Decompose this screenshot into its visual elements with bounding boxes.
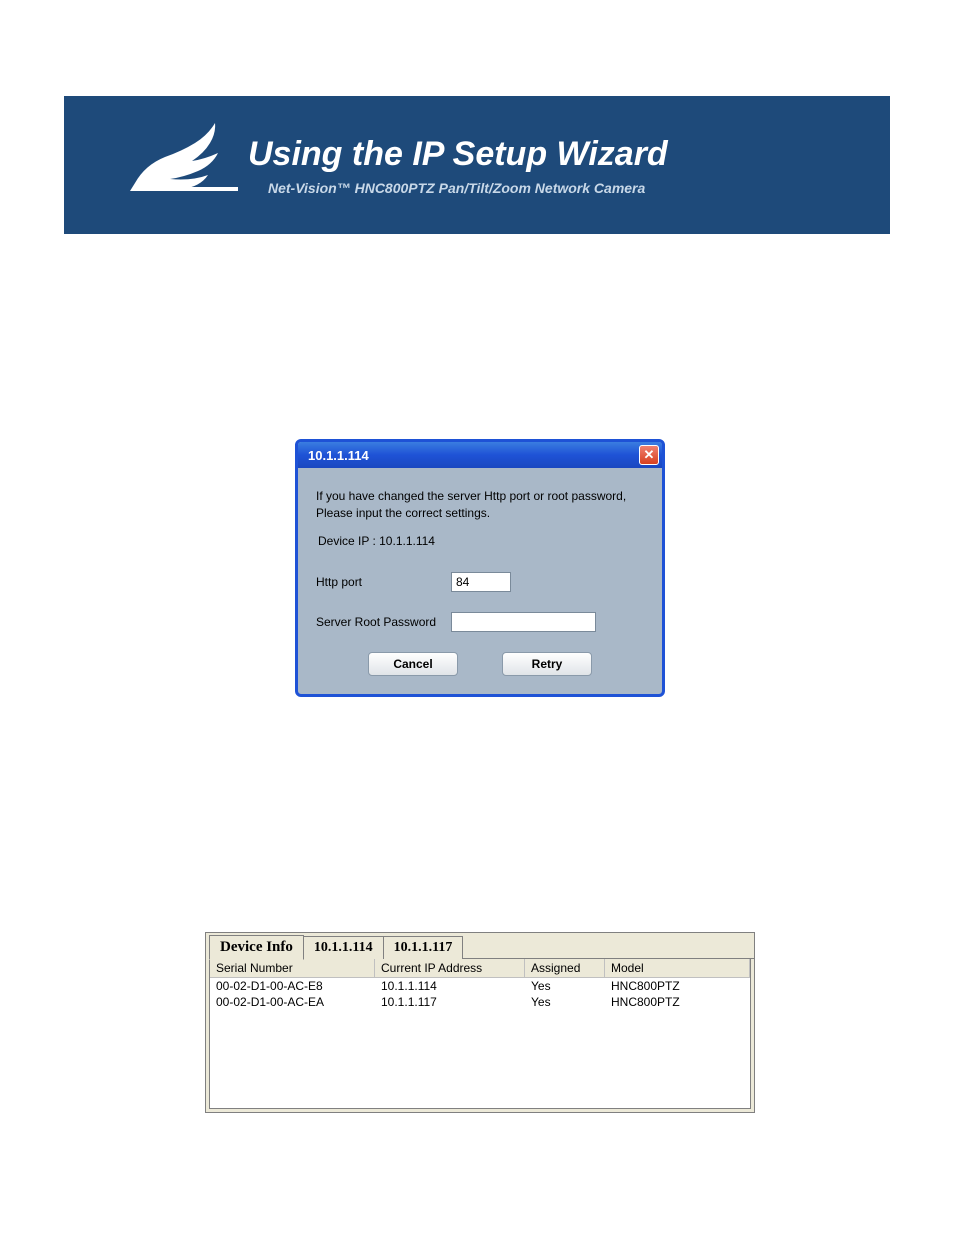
- col-header-ip[interactable]: Current IP Address: [375, 959, 525, 977]
- device-info-panel: Device Info 10.1.1.114 10.1.1.117 Serial…: [205, 932, 755, 1113]
- tab-device-info[interactable]: Device Info: [209, 935, 304, 960]
- password-row: Server Root Password: [316, 612, 644, 632]
- http-port-input[interactable]: [451, 572, 511, 592]
- password-input[interactable]: [451, 612, 596, 632]
- tab-row: Device Info 10.1.1.114 10.1.1.117: [206, 933, 754, 959]
- close-icon: ✕: [644, 447, 655, 463]
- dialog-titlebar[interactable]: 10.1.1.114 ✕: [298, 442, 662, 468]
- cell-model: HNC800PTZ: [605, 978, 750, 994]
- header-text-block: Using the IP Setup Wizard Net-Vision™ HN…: [248, 135, 668, 196]
- dialog-body: If you have changed the server Http port…: [298, 468, 662, 694]
- dialog-message: If you have changed the server Http port…: [316, 488, 644, 522]
- header-banner: Using the IP Setup Wizard Net-Vision™ HN…: [64, 96, 890, 234]
- close-button[interactable]: ✕: [639, 445, 659, 465]
- settings-dialog: 10.1.1.114 ✕ If you have changed the ser…: [295, 439, 665, 697]
- dialog-button-row: Cancel Retry: [316, 652, 644, 676]
- page-title: Using the IP Setup Wizard: [248, 135, 668, 174]
- cell-ip: 10.1.1.117: [375, 994, 525, 1010]
- col-header-assigned[interactable]: Assigned: [525, 959, 605, 977]
- cell-serial: 00-02-D1-00-AC-E8: [210, 978, 375, 994]
- cell-serial: 00-02-D1-00-AC-EA: [210, 994, 375, 1010]
- table-row[interactable]: 00-02-D1-00-AC-EA 10.1.1.117 Yes HNC800P…: [210, 994, 750, 1010]
- cell-model: HNC800PTZ: [605, 994, 750, 1010]
- tab-ip-2[interactable]: 10.1.1.117: [383, 936, 464, 959]
- http-port-label: Http port: [316, 575, 451, 589]
- dialog-title: 10.1.1.114: [308, 448, 369, 463]
- cell-ip: 10.1.1.114: [375, 978, 525, 994]
- col-header-model[interactable]: Model: [605, 959, 750, 977]
- tab-filler: [462, 936, 754, 959]
- cancel-button[interactable]: Cancel: [368, 652, 458, 676]
- eagle-logo-icon: [120, 115, 240, 215]
- cell-assigned: Yes: [525, 978, 605, 994]
- retry-button[interactable]: Retry: [502, 652, 592, 676]
- page-subtitle: Net-Vision™ HNC800PTZ Pan/Tilt/Zoom Netw…: [268, 180, 668, 196]
- col-header-serial[interactable]: Serial Number: [210, 959, 375, 977]
- password-label: Server Root Password: [316, 615, 451, 629]
- tab-content: Serial Number Current IP Address Assigne…: [209, 959, 751, 1109]
- device-ip-label: Device IP : 10.1.1.114: [318, 534, 644, 548]
- table-row[interactable]: 00-02-D1-00-AC-E8 10.1.1.114 Yes HNC800P…: [210, 978, 750, 994]
- http-port-row: Http port: [316, 572, 644, 592]
- cell-assigned: Yes: [525, 994, 605, 1010]
- tab-ip-1[interactable]: 10.1.1.114: [303, 936, 384, 959]
- table-header: Serial Number Current IP Address Assigne…: [210, 959, 750, 978]
